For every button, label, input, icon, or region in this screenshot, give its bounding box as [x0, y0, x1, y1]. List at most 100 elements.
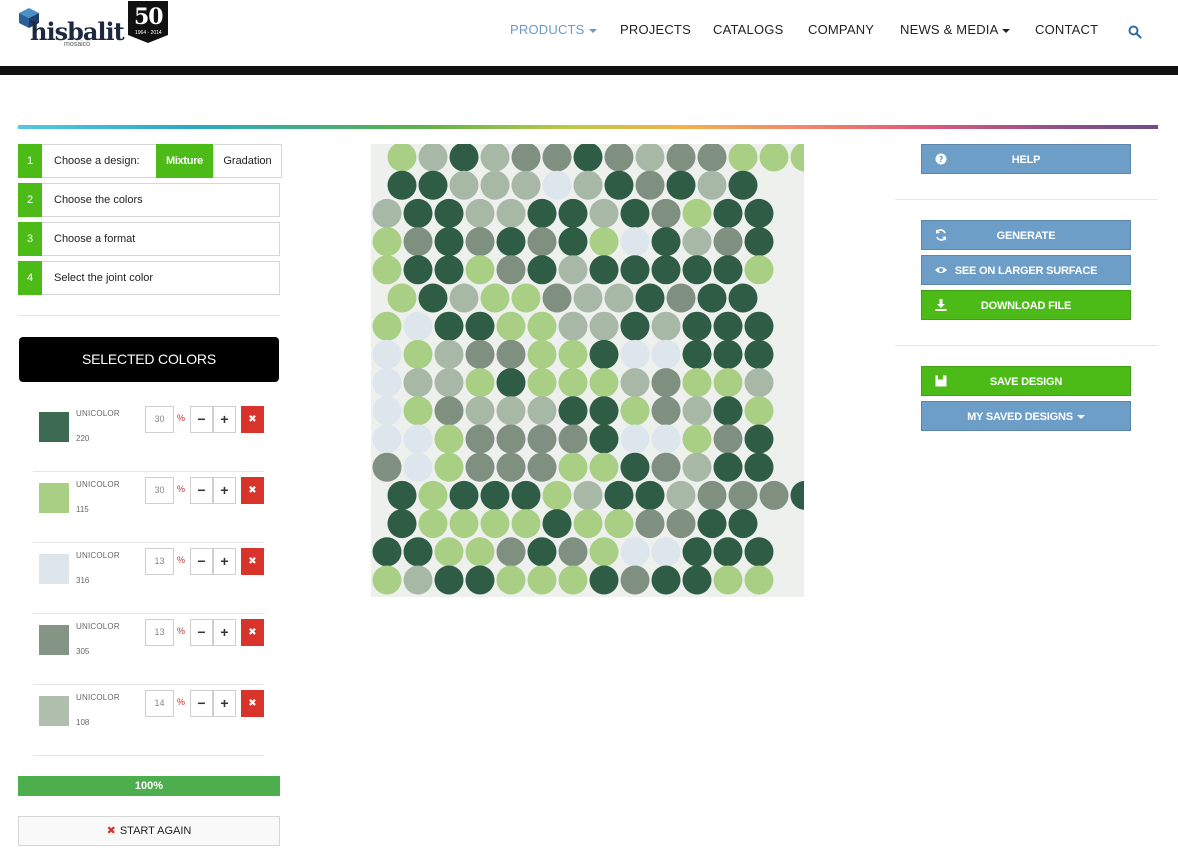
- mosaic-tile: [620, 537, 650, 567]
- mosaic-tile: [496, 339, 526, 369]
- mosaic-tile: [418, 144, 448, 172]
- color-swatch: [39, 412, 69, 442]
- mosaic-tile: [589, 255, 619, 285]
- mosaic-tile: [759, 480, 789, 510]
- mosaic-tile: [542, 170, 572, 200]
- see-larger-surface-button[interactable]: SEE ON LARGER SURFACE: [921, 255, 1131, 285]
- step-label: Choose a design:: [54, 155, 140, 167]
- mosaic-tile: [666, 144, 696, 172]
- mosaic-tile: [527, 339, 557, 369]
- search-icon[interactable]: [1128, 25, 1142, 39]
- tab-mixture[interactable]: Mixture: [156, 144, 213, 178]
- mosaic-tile: [589, 339, 619, 369]
- nav-company[interactable]: COMPANY: [808, 22, 874, 37]
- step-choose-format[interactable]: 3 Choose a format: [18, 222, 280, 256]
- mosaic-tile: [573, 170, 603, 200]
- decrease-button[interactable]: −: [190, 690, 213, 717]
- start-again-label: START AGAIN: [119, 825, 192, 837]
- save-design-button[interactable]: SAVE DESIGN: [921, 366, 1131, 396]
- hisbalit-logo[interactable]: hisbalit mosaico: [16, 5, 125, 48]
- mosaic-tile: [666, 283, 696, 313]
- percent-input[interactable]: 30: [145, 406, 174, 433]
- generate-button[interactable]: GENERATE: [921, 220, 1131, 250]
- percent-input[interactable]: 13: [145, 619, 174, 646]
- increase-button[interactable]: +: [213, 406, 236, 433]
- increase-button[interactable]: +: [213, 619, 236, 646]
- mosaic-tile: [589, 368, 619, 398]
- mosaic-tile: [744, 424, 774, 454]
- nav-products[interactable]: PRODUCTS: [510, 22, 597, 37]
- increase-button[interactable]: +: [213, 690, 236, 717]
- mosaic-tile: [496, 565, 526, 595]
- mosaic-tile: [527, 565, 557, 595]
- remove-color-button[interactable]: ✖: [241, 619, 264, 646]
- increase-button[interactable]: +: [213, 477, 236, 504]
- remove-color-button[interactable]: ✖: [241, 477, 264, 504]
- mosaic-tile: [651, 396, 681, 426]
- mosaic-tile: [480, 283, 510, 313]
- divider: [895, 345, 1158, 346]
- mosaic-tile: [620, 368, 650, 398]
- step-choose-colors[interactable]: 2 Choose the colors: [18, 183, 280, 217]
- tab-gradation[interactable]: Gradation: [213, 144, 282, 178]
- mosaic-tile: [759, 144, 789, 172]
- nav-contact[interactable]: CONTACT: [1035, 22, 1098, 37]
- mosaic-tile: [465, 311, 495, 341]
- mosaic-tile: [682, 396, 712, 426]
- mosaic-tile: [697, 283, 727, 313]
- download-file-button[interactable]: DOWNLOAD FILE: [921, 290, 1131, 320]
- mosaic-tile: [651, 537, 681, 567]
- mosaic-tile: [573, 283, 603, 313]
- caret-down-icon: [588, 28, 597, 33]
- see-larger-surface-label: SEE ON LARGER SURFACE: [954, 265, 1098, 277]
- decrease-button[interactable]: −: [190, 548, 213, 575]
- percent-input[interactable]: 14: [145, 690, 174, 717]
- percent-input[interactable]: 30: [145, 477, 174, 504]
- nav-catalogs[interactable]: CATALOGS: [713, 22, 783, 37]
- increase-button[interactable]: +: [213, 548, 236, 575]
- color-item: UNICOLOR 108 14 % − + ✖: [33, 685, 264, 756]
- mosaic-tile: [558, 198, 588, 228]
- remove-color-button[interactable]: ✖: [241, 548, 264, 575]
- mosaic-preview[interactable]: [371, 144, 804, 597]
- generate-label: GENERATE: [996, 230, 1056, 242]
- mosaic-tile: [682, 424, 712, 454]
- decrease-button[interactable]: −: [190, 406, 213, 433]
- mosaic-tile: [651, 452, 681, 482]
- nav-news-media[interactable]: NEWS & MEDIA: [900, 22, 1011, 37]
- mosaic-tile: [635, 480, 665, 510]
- mosaic-tile: [403, 227, 433, 257]
- step-choose-design: 1 Choose a design: Mixture Gradation: [18, 144, 282, 178]
- decrease-button[interactable]: −: [190, 619, 213, 646]
- mosaic-tile: [403, 452, 433, 482]
- step-number: 2: [18, 183, 42, 217]
- step-select-joint-color[interactable]: 4 Select the joint color: [18, 261, 280, 295]
- mosaic-tile: [620, 311, 650, 341]
- percent-sign: %: [177, 626, 186, 636]
- color-item: UNICOLOR 220 30 % − + ✖: [33, 401, 264, 472]
- mosaic-tile: [403, 396, 433, 426]
- selected-colors-header[interactable]: SELECTED COLORS: [19, 337, 279, 382]
- mosaic-tile: [744, 368, 774, 398]
- help-button[interactable]: ? HELP: [921, 144, 1131, 174]
- percent-input[interactable]: 13: [145, 548, 174, 575]
- mosaic-tile: [728, 283, 758, 313]
- mosaic-tile: [682, 537, 712, 567]
- nav-projects[interactable]: PROJECTS: [620, 22, 691, 37]
- remove-color-button[interactable]: ✖: [241, 406, 264, 433]
- start-again-button[interactable]: ✖ START AGAIN: [18, 816, 280, 846]
- color-code: 220: [76, 434, 90, 443]
- mosaic-tile: [558, 424, 588, 454]
- mosaic-tile: [496, 368, 526, 398]
- decrease-button[interactable]: −: [190, 477, 213, 504]
- mosaic-tile: [589, 424, 619, 454]
- step-label: Select the joint color: [54, 272, 154, 284]
- mosaic-tile: [542, 144, 572, 172]
- logo-subtitle: mosaico: [64, 41, 91, 48]
- color-name: UNICOLOR: [76, 622, 120, 631]
- color-code: 316: [76, 576, 90, 585]
- my-saved-designs-button[interactable]: MY SAVED DESIGNS: [921, 401, 1131, 431]
- mosaic-tile: [434, 255, 464, 285]
- mosaic-tile: [449, 283, 479, 313]
- remove-color-button[interactable]: ✖: [241, 690, 264, 717]
